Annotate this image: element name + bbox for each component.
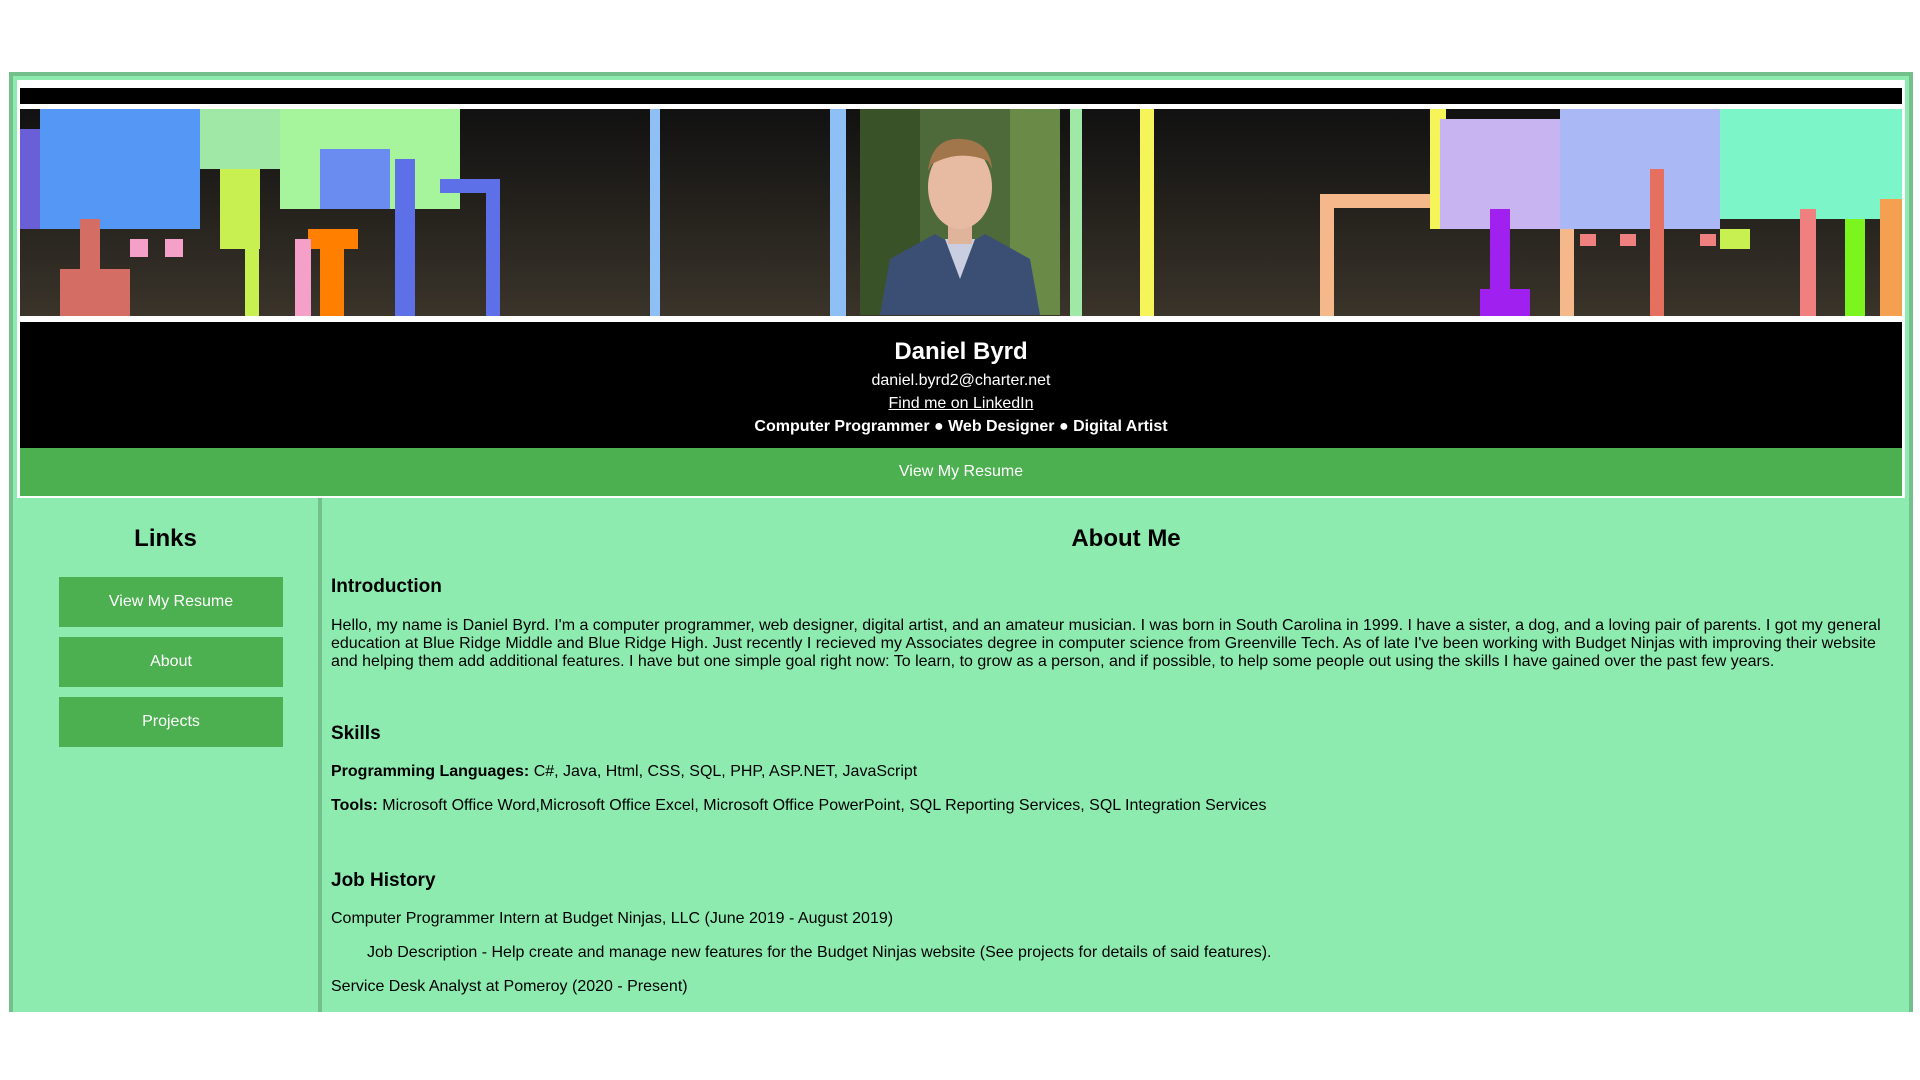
linkedin-link[interactable]: Find me on LinkedIn: [889, 395, 1034, 413]
sidebar-item-projects[interactable]: Projects: [59, 697, 283, 747]
main-content: About Me Introduction Hello, my name is …: [331, 498, 1901, 1012]
profile-roles: Computer Programmer ● Web Designer ● Dig…: [754, 418, 1168, 435]
sidebar: Links View My Resume About Projects: [13, 498, 322, 1012]
pixel-art-banner: [20, 109, 1902, 316]
skills-tools: Tools: Microsoft Office Word,Microsoft O…: [331, 797, 1266, 815]
sidebar-title: Links: [134, 525, 197, 552]
skills-languages: Programming Languages: C#, Java, Html, C…: [331, 763, 917, 781]
top-black-bar: [20, 88, 1902, 104]
job-entry-1: Computer Programmer Intern at Budget Nin…: [331, 910, 894, 927]
skills-languages-value: C#, Java, Html, CSS, SQL, PHP, ASP.NET, …: [529, 763, 918, 780]
sidebar-item-view-resume[interactable]: View My Resume: [59, 577, 283, 627]
job-entry-1-description: Job Description - Help create and manage…: [367, 944, 1272, 961]
profile-name: Daniel Byrd: [894, 338, 1028, 365]
sidebar-item-about[interactable]: About: [59, 637, 283, 687]
job-entry-2: Service Desk Analyst at Pomeroy (2020 - …: [331, 978, 688, 995]
header: Daniel Byrd daniel.byrd2@charter.net Fin…: [17, 80, 1905, 498]
skills-languages-label: Programming Languages:: [331, 763, 530, 780]
job-history-heading: Job History: [331, 870, 436, 891]
identity-block: Daniel Byrd daniel.byrd2@charter.net Fin…: [20, 322, 1902, 448]
introduction-heading: Introduction: [331, 576, 442, 597]
view-resume-banner-button[interactable]: View My Resume: [20, 448, 1902, 496]
page-title: About Me: [1071, 525, 1181, 552]
skills-heading: Skills: [331, 723, 381, 744]
profile-photo: [860, 109, 1060, 315]
skills-tools-value: Microsoft Office Word,Microsoft Office E…: [377, 797, 1267, 814]
profile-email: daniel.byrd2@charter.net: [871, 372, 1051, 389]
skills-tools-label: Tools:: [331, 797, 378, 814]
introduction-text: Hello, my name is Daniel Byrd. I'm a com…: [331, 617, 1881, 670]
page-container: Daniel Byrd daniel.byrd2@charter.net Fin…: [9, 72, 1913, 1012]
